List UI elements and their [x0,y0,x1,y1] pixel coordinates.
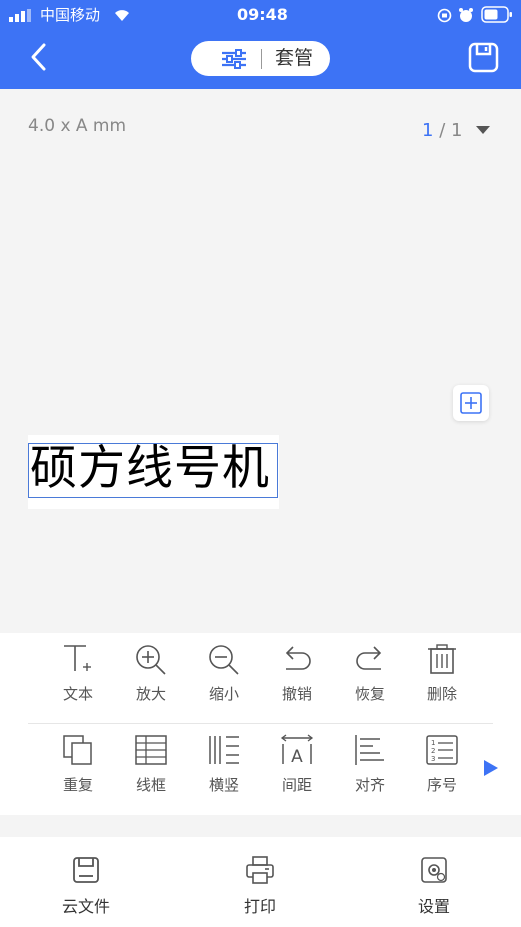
page-separator: / [439,120,446,141]
serial-number-label: 序号 [426,776,457,794]
page-title: 套管 [275,47,314,69]
orientation-lock-icon [437,8,452,23]
plus-square-icon [460,392,482,414]
wifi-icon [115,10,129,21]
toolbar-divider [28,723,493,724]
page-current: 1 [422,120,434,141]
undo-icon [285,646,311,670]
cloud-files-label: 云文件 [61,897,110,916]
grid-frame-icon [135,735,167,765]
pill-divider [261,49,262,69]
zoom-in-button[interactable]: 放大 [123,643,179,704]
repeat-button[interactable]: 重复 [50,734,106,795]
page-total: 1 [451,120,463,141]
back-icon[interactable] [26,42,56,72]
printer-icon [246,856,274,884]
trash-icon [428,644,456,674]
text-tool-label: 文本 [62,685,93,703]
label-size: 4.0 x A mm [28,116,127,136]
align-icon [355,735,384,765]
orientation-label: 横竖 [208,776,239,794]
numbered-list-icon: 1 2 3 [426,735,458,765]
zoom-out-button[interactable]: 缩小 [196,643,252,704]
redo-button[interactable]: 恢复 [342,643,398,704]
page-indicator[interactable]: 1 / 1 [422,120,462,141]
repeat-label: 重复 [62,776,93,794]
status-time: 09:48 [237,5,288,24]
svg-text:3: 3 [431,755,435,763]
spacing-icon: A [280,734,314,766]
zoom-out-label: 缩小 [208,685,239,703]
spacing-label: 间距 [281,776,312,794]
delete-label: 删除 [426,685,457,703]
settings-button[interactable]: 设置 [389,855,479,917]
alarm-icon [459,8,473,22]
zoom-in-icon [136,645,166,675]
svg-text:A: A [291,747,303,766]
save-icon[interactable] [468,42,499,73]
settings-label: 设置 [417,897,450,916]
add-element-button[interactable] [453,385,489,421]
svg-text:1: 1 [431,739,435,747]
orientation-icon [209,736,239,764]
orientation-button[interactable]: 横竖 [196,734,252,795]
print-button[interactable]: 打印 [215,855,305,917]
chevron-down-icon[interactable] [476,126,490,134]
title-pill[interactable]: 套管 [191,41,330,76]
zoom-in-label: 放大 [135,685,166,703]
align-button[interactable]: 对齐 [342,734,398,795]
delete-button[interactable]: 删除 [414,643,470,704]
text-tool-button[interactable]: 文本 [50,643,106,704]
redo-label: 恢复 [354,685,385,703]
label-text[interactable]: 硕方线号机 [30,438,270,500]
settings-icon [421,857,447,883]
svg-text:2: 2 [431,747,435,755]
frame-label: 线框 [135,776,166,794]
redo-icon [356,646,382,670]
cloud-files-button[interactable]: 云文件 [41,855,131,917]
undo-label: 撤销 [281,685,312,703]
toolbar-next-icon[interactable] [484,760,498,776]
align-label: 对齐 [354,776,385,794]
carrier-name: 中国移动 [40,6,101,24]
text-add-icon [64,645,91,671]
battery-icon [481,6,512,23]
floppy-icon [73,857,99,883]
zoom-out-icon [209,645,239,675]
print-label: 打印 [243,897,276,916]
sliders-icon[interactable] [221,49,247,69]
serial-number-button[interactable]: 1 2 3 序号 [414,734,470,795]
app-header: 中国移动 09:48 套管 [0,0,521,89]
spacing-button[interactable]: A 间距 [269,734,325,795]
copy-icon [63,735,92,765]
undo-button[interactable]: 撤销 [269,643,325,704]
signal-icon [9,9,31,22]
frame-button[interactable]: 线框 [123,734,179,795]
